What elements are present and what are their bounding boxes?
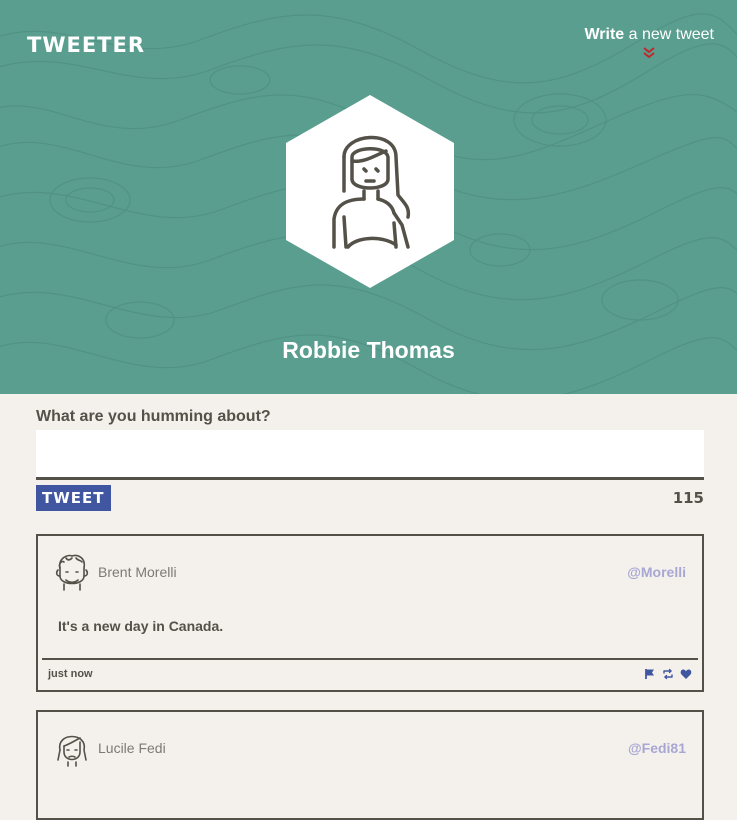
flag-icon[interactable] [644, 668, 656, 680]
tweet-author: Lucile Fedi [54, 728, 166, 768]
tweet-button[interactable]: TWEET [36, 485, 111, 511]
write-label: Write [584, 26, 625, 43]
author-name: Brent Morelli [98, 564, 177, 580]
profile-avatar [286, 95, 454, 288]
tweet-card: Lucile Fedi @Fedi81 [36, 710, 704, 820]
profile-header: TWEETER Write a new tweet Robbie Thomas [0, 0, 737, 394]
tweet-card: Brent Morelli @Morelli It's a new day in… [36, 534, 704, 692]
tweet-author: Brent Morelli [54, 552, 177, 592]
chevron-double-down-icon [643, 47, 655, 59]
new-tweet-label: a new tweet [624, 26, 714, 43]
composer-label: What are you humming about? [36, 408, 271, 425]
new-tweet-form: What are you humming about? TWEET 115 [36, 408, 704, 511]
write-new-tweet-toggle[interactable]: Write a new tweet [584, 26, 714, 60]
tweet-actions [644, 668, 692, 680]
author-name: Lucile Fedi [98, 740, 166, 756]
author-handle[interactable]: @Fedi81 [628, 740, 686, 756]
character-counter: 115 [672, 489, 704, 507]
retweet-icon[interactable] [662, 668, 674, 680]
composer-actions: TWEET 115 [36, 485, 704, 511]
app-logo[interactable]: TWEETER [27, 33, 145, 57]
author-handle[interactable]: @Morelli [627, 564, 686, 580]
tweet-header: Lucile Fedi @Fedi81 [38, 712, 702, 768]
tweet-input[interactable] [36, 430, 704, 480]
tweet-footer: just now [42, 658, 698, 680]
tweet-timestamp: just now [48, 668, 93, 680]
profile-name: Robbie Thomas [282, 337, 455, 363]
tweet-text: It's a new day in Canada. [58, 618, 224, 634]
heart-icon[interactable] [680, 668, 692, 680]
tweet-header: Brent Morelli @Morelli [38, 536, 702, 592]
avatar [57, 735, 87, 767]
avatar [55, 554, 89, 591]
